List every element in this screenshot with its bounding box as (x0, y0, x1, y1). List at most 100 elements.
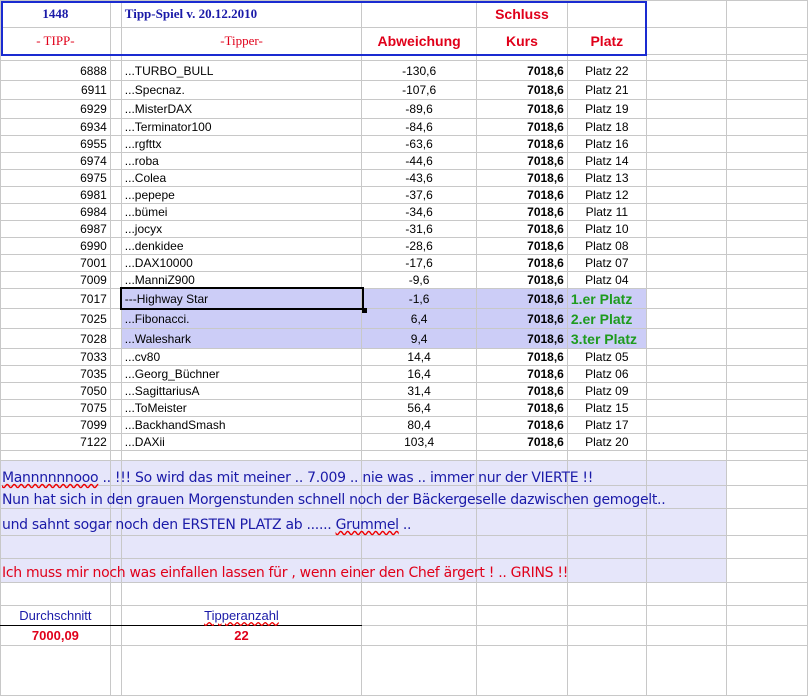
cell[interactable] (726, 433, 808, 451)
tipper-name-cell[interactable]: ...ManniZ900 (120, 271, 363, 289)
tipp-cell[interactable]: 7122 (0, 433, 111, 451)
cell[interactable] (109, 27, 122, 55)
sheet-title[interactable]: Tipp-Spiel v. 20.12.2010 (120, 0, 363, 28)
cell[interactable] (109, 169, 122, 187)
abweichung-cell[interactable]: -37,6 (361, 186, 478, 204)
cell[interactable] (645, 399, 728, 417)
cell[interactable] (645, 237, 728, 255)
kurs-cell[interactable]: 7018,6 (476, 152, 568, 170)
tipp-cell[interactable]: 7033 (0, 348, 111, 366)
abweichung-cell[interactable]: 103,4 (361, 433, 478, 451)
tipper-name-cell[interactable]: ...jocyx (120, 220, 363, 238)
tipper-name-cell[interactable]: ...ToMeister (120, 399, 363, 417)
platz-cell[interactable]: Platz 04 (566, 271, 647, 289)
cell[interactable] (109, 365, 122, 383)
cell[interactable] (726, 60, 808, 81)
tipp-cell[interactable]: 7009 (0, 271, 111, 289)
tipp-cell[interactable]: 7075 (0, 399, 111, 417)
kurs-cell[interactable]: 7018,6 (476, 220, 568, 238)
cell[interactable] (109, 60, 122, 81)
platz-cell[interactable]: Platz 10 (566, 220, 647, 238)
tipper-count-value[interactable]: 22 (120, 625, 363, 646)
abweichung-cell[interactable]: -130,6 (361, 60, 478, 81)
tipp-cell[interactable]: 6955 (0, 135, 111, 153)
platz-cell[interactable]: Platz 14 (566, 152, 647, 170)
abweichung-cell[interactable]: -44,6 (361, 152, 478, 170)
tipper-name-cell[interactable]: ...DAXii (120, 433, 363, 451)
kurs-cell[interactable]: 7018,6 (476, 399, 568, 417)
kurs-cell[interactable]: 7018,6 (476, 80, 568, 100)
tipp-cell[interactable]: 7099 (0, 416, 111, 434)
cell[interactable] (645, 152, 728, 170)
tipper-name-cell[interactable]: ...Specnaz. (120, 80, 363, 100)
cell[interactable] (109, 348, 122, 366)
cell[interactable] (645, 60, 728, 81)
cell[interactable] (645, 27, 728, 55)
cell[interactable] (645, 416, 728, 434)
kurs-cell[interactable]: 7018,6 (476, 118, 568, 136)
cell[interactable] (726, 0, 808, 28)
cell[interactable] (109, 186, 122, 204)
platz-cell[interactable]: Platz 16 (566, 135, 647, 153)
cell[interactable] (726, 135, 808, 153)
cell[interactable] (726, 416, 808, 434)
cell[interactable] (109, 399, 122, 417)
tipper-name-cell[interactable]: ...Georg_Büchner (120, 365, 363, 383)
cell[interactable] (645, 433, 728, 451)
col-header-kurs[interactable]: Kurs (476, 27, 568, 55)
cell[interactable] (645, 271, 728, 289)
tipper-name-cell[interactable]: ...BackhandSmash (120, 416, 363, 434)
col-header-tipper[interactable]: -Tipper- (120, 27, 363, 55)
cell[interactable] (109, 118, 122, 136)
kurs-cell[interactable]: 7018,6 (476, 348, 568, 366)
abweichung-cell[interactable]: -34,6 (361, 203, 478, 221)
average-label[interactable]: Durchschnitt (0, 605, 111, 626)
platz-cell[interactable]: Platz 07 (566, 254, 647, 272)
cell[interactable] (726, 271, 808, 289)
cell[interactable] (109, 203, 122, 221)
tipp-cell[interactable]: 7025 (0, 308, 111, 329)
cell[interactable] (109, 254, 122, 272)
kurs-cell[interactable]: 7018,6 (476, 288, 568, 309)
abweichung-cell[interactable]: -28,6 (361, 237, 478, 255)
cell[interactable] (645, 254, 728, 272)
platz-cell[interactable]: Platz 08 (566, 237, 647, 255)
tipp-cell[interactable]: 7035 (0, 365, 111, 383)
cell[interactable] (726, 288, 808, 309)
abweichung-cell[interactable]: 16,4 (361, 365, 478, 383)
cell[interactable] (109, 237, 122, 255)
tipper-name-cell[interactable]: ...pepepe (120, 186, 363, 204)
cell[interactable] (726, 99, 808, 119)
kurs-cell[interactable]: 7018,6 (476, 254, 568, 272)
platz-cell[interactable]: Platz 11 (566, 203, 647, 221)
cell[interactable] (645, 99, 728, 119)
tipp-cell[interactable]: 7001 (0, 254, 111, 272)
tipper-name-cell[interactable]: ...bümei (120, 203, 363, 221)
tipp-cell[interactable]: 6981 (0, 186, 111, 204)
kurs-cell[interactable]: 7018,6 (476, 328, 568, 349)
kurs-cell[interactable]: 7018,6 (476, 203, 568, 221)
kurs-cell[interactable]: 7018,6 (476, 271, 568, 289)
cell[interactable] (645, 80, 728, 100)
cell[interactable] (109, 416, 122, 434)
cell[interactable] (109, 152, 122, 170)
tipper-name-cell[interactable]: ...DAX10000 (120, 254, 363, 272)
kurs-cell[interactable]: 7018,6 (476, 365, 568, 383)
platz-cell[interactable]: Platz 17 (566, 416, 647, 434)
cell[interactable] (109, 433, 122, 451)
col-header-abweichung[interactable]: Abweichung (361, 27, 478, 55)
cell[interactable] (109, 271, 122, 289)
kurs-cell[interactable]: 7018,6 (476, 308, 568, 329)
abweichung-cell[interactable]: -63,6 (361, 135, 478, 153)
cell[interactable] (109, 308, 122, 329)
kurs-cell[interactable]: 7018,6 (476, 99, 568, 119)
platz-cell[interactable]: 1.er Platz (566, 288, 647, 309)
col-header-platz[interactable]: Platz (566, 27, 647, 55)
cell[interactable] (109, 0, 122, 28)
kurs-cell[interactable]: 7018,6 (476, 433, 568, 451)
cell[interactable] (566, 0, 647, 28)
platz-cell[interactable]: Platz 09 (566, 382, 647, 400)
cell[interactable] (109, 288, 122, 309)
cell[interactable] (645, 220, 728, 238)
col-header-tipp[interactable]: - TIPP- (0, 27, 111, 55)
